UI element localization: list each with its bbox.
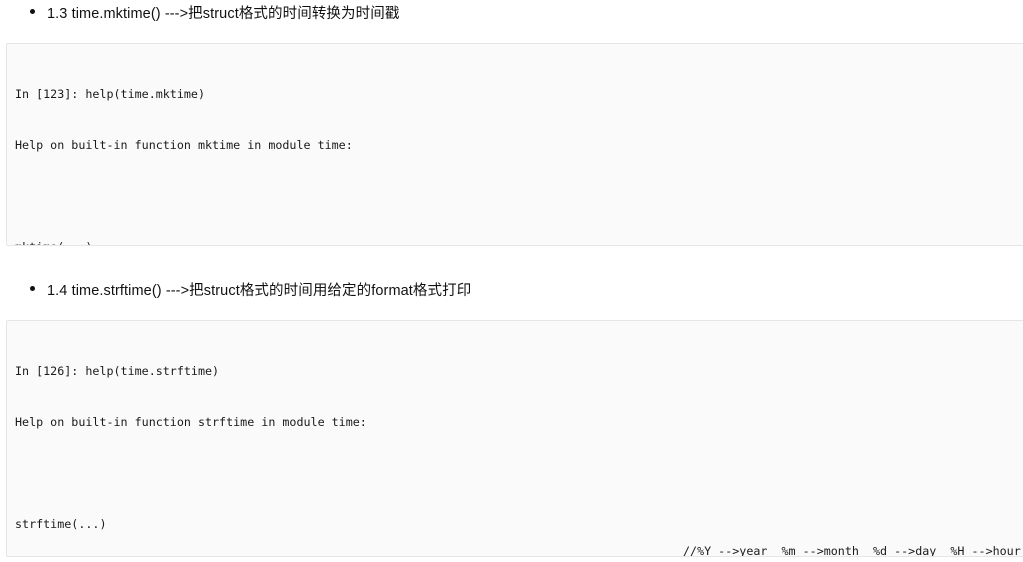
section-heading-label: 1.4 time.strftime() --->把struct格式的时间用给定的… — [47, 283, 472, 299]
code-output-block-mktime: In [123]: help(time.mktime) Help on buil… — [6, 43, 1023, 246]
section-heading-label: 1.3 time.mktime() --->把struct格式的时间转换为时间戳 — [47, 6, 400, 22]
code-line: In [123]: help(time.mktime) — [15, 87, 205, 101]
code-output-block-strftime: In [126]: help(time.strftime) Help on bu… — [6, 320, 1023, 557]
format-code-annotations: //%Y -->year %m -->month %d -->day %H --… — [683, 509, 1021, 557]
bullet-icon — [30, 9, 35, 14]
notebook-page: 1.3 time.mktime() --->把struct格式的时间转换为时间戳… — [0, 0, 1023, 562]
annotation-line: //%Y -->year %m -->month %d -->day %H --… — [683, 544, 1021, 557]
bullet-icon — [30, 286, 35, 291]
section-heading-mktime: 1.3 time.mktime() --->把struct格式的时间转换为时间戳 — [0, 4, 399, 24]
code-output-text: In [123]: help(time.mktime) Help on buil… — [7, 44, 1023, 245]
code-line: mktime(...) — [15, 239, 1023, 245]
annotations-overlay: //%Y -->year %m -->month %d -->day %H --… — [7, 321, 1023, 556]
code-line: Help on built-in function mktime in modu… — [15, 138, 353, 152]
section-heading-strftime: 1.4 time.strftime() --->把struct格式的时间用给定的… — [0, 281, 471, 301]
